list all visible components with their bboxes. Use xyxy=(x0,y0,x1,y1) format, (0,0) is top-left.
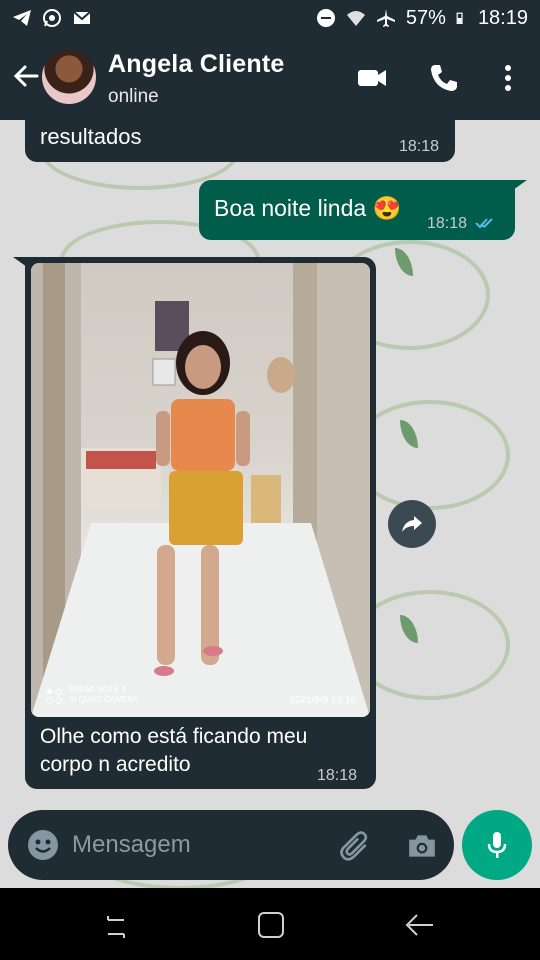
system-nav-bar xyxy=(0,888,540,960)
video-call-icon[interactable] xyxy=(356,62,388,94)
message-input[interactable] xyxy=(72,824,322,866)
photo-illustration xyxy=(31,263,370,717)
more-vert-icon[interactable] xyxy=(492,62,524,94)
telegram-icon xyxy=(13,10,31,26)
mic-icon xyxy=(487,832,507,858)
forward-button[interactable] xyxy=(388,500,436,548)
camera-icon[interactable] xyxy=(406,830,438,862)
message-incoming[interactable]: resultados 18:18 xyxy=(25,120,455,162)
battery-icon xyxy=(456,12,463,24)
home-icon[interactable] xyxy=(256,910,286,940)
message-time: 18:18 xyxy=(427,215,468,232)
contact-status: online xyxy=(108,86,159,107)
message-text: Boa noite linda 😍 xyxy=(214,195,402,221)
back-nav-icon[interactable] xyxy=(405,910,435,940)
back-arrow-icon[interactable] xyxy=(12,62,40,90)
message-text: resultados xyxy=(40,124,142,149)
message-time: 18:18 xyxy=(399,138,440,155)
whatsapp-icon xyxy=(43,9,61,27)
attach-icon[interactable] xyxy=(340,830,372,862)
forward-icon xyxy=(402,516,422,532)
recents-icon[interactable] xyxy=(104,910,134,940)
mic-button[interactable] xyxy=(462,810,532,880)
airplane-icon xyxy=(376,9,395,27)
caption-line2: corpo n acredito xyxy=(40,753,191,776)
message-outgoing[interactable]: Boa noite linda 😍 18:18 xyxy=(199,180,515,240)
gmail-icon xyxy=(73,11,91,24)
clock: 18:19 xyxy=(477,6,528,29)
chat-area[interactable]: resultados 18:18 Boa noite linda 😍 18:18 xyxy=(0,120,540,888)
message-time: 18:18 xyxy=(317,767,358,784)
camera-logo-icon xyxy=(46,688,62,704)
read-ticks-icon xyxy=(475,218,493,229)
photo-thumbnail[interactable]: REDMI NOTE 9 AI QUAD CAMERA 2021/9/9 18:… xyxy=(31,263,370,717)
chat-header: Angela Cliente online xyxy=(0,36,540,120)
avatar[interactable] xyxy=(42,50,96,104)
caption-line1: Olhe como está ficando meu xyxy=(40,725,308,748)
emoji-icon[interactable] xyxy=(28,830,58,860)
bubble-tail xyxy=(513,180,527,190)
dnd-icon xyxy=(316,9,335,27)
message-composer xyxy=(8,810,454,880)
message-incoming-image[interactable]: REDMI NOTE 9 AI QUAD CAMERA 2021/9/9 18:… xyxy=(25,257,376,789)
battery-percent: 57% xyxy=(405,6,446,29)
wifi-icon xyxy=(346,11,365,26)
message-caption: Olhe como está ficando meu corpo n acred… xyxy=(40,723,307,779)
phone-icon[interactable] xyxy=(428,62,460,94)
photo-datetime: 2021/9/9 18:16 xyxy=(289,695,356,706)
contact-name[interactable]: Angela Cliente xyxy=(108,50,284,79)
status-bar: 57% 18:19 xyxy=(0,0,540,36)
